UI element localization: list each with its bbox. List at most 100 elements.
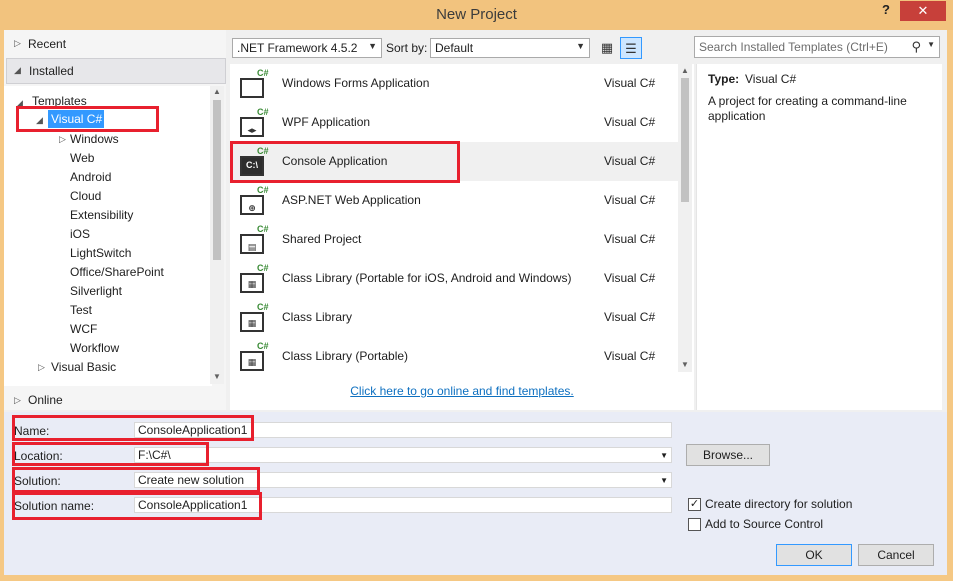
chevron-down-icon[interactable]: ▼ [660, 474, 668, 488]
tree-item-visual-basic[interactable]: Visual Basic [51, 360, 116, 374]
title-bar[interactable]: New Project ? ✕ [0, 0, 953, 30]
tree-item-wcf[interactable]: WCF [70, 322, 97, 336]
scroll-down-arrow-icon[interactable]: ▼ [210, 372, 224, 381]
tree-item-extensibility[interactable]: Extensibility [70, 208, 133, 222]
template-name: Shared Project [282, 232, 362, 246]
template-language: Visual C# [604, 271, 656, 285]
template-item[interactable]: C# ▦ Class Library Visual C# [230, 298, 678, 337]
template-item[interactable]: C# ▦ Class Library (Portable for iOS, And… [230, 259, 678, 298]
template-name: Console Application [282, 154, 388, 168]
chevron-down-icon[interactable]: ▼ [660, 449, 668, 463]
windows-forms-icon: C# [240, 68, 269, 98]
solution-value: Create new solution [138, 473, 245, 487]
tree-item-templates[interactable]: Templates [32, 94, 87, 108]
sort-dropdown[interactable]: Default ▼ [430, 38, 590, 58]
tree-item-test[interactable]: Test [70, 303, 92, 317]
cancel-button[interactable]: Cancel [858, 544, 934, 566]
web-icon: C# ⊕ [240, 185, 269, 215]
sort-label: Sort by: [386, 41, 428, 55]
template-name: ASP.NET Web Application [282, 193, 421, 207]
close-button[interactable]: ✕ [900, 1, 946, 21]
template-description-panel: Type: Visual C# A project for creating a… [696, 64, 942, 410]
grid-view-icon: ▦ [600, 40, 614, 55]
nav-recent[interactable]: ▷ Recent [4, 34, 226, 54]
template-scroll-thumb[interactable] [681, 78, 689, 202]
collapse-arrow-icon: ◢ [36, 115, 43, 125]
left-nav-panel: ▷ Recent ◢ Installed ◢ Templates ◢ Visua… [4, 30, 226, 410]
template-tree[interactable]: ◢ Templates ◢ Visual C# ▷ Windows Web An… [4, 86, 212, 386]
framework-value: .NET Framework 4.5.2 [237, 41, 358, 55]
expand-arrow-icon: ▷ [14, 38, 21, 48]
create-directory-checkbox[interactable]: ✓ [688, 498, 701, 511]
tree-scroll-thumb[interactable] [213, 100, 221, 260]
tree-item-workflow[interactable]: Workflow [70, 341, 119, 355]
window-title: New Project [436, 6, 517, 23]
scroll-up-arrow-icon[interactable]: ▲ [678, 66, 692, 75]
tree-item-ios[interactable]: iOS [70, 227, 90, 241]
class-library-icon: C# ▦ [240, 341, 269, 371]
template-item[interactable]: C# ▦ Class Library (Portable) Visual C# [230, 337, 678, 376]
search-input[interactable]: Search Installed Templates (Ctrl+E) ⚲ ▼ [694, 36, 940, 58]
source-control-checkbox[interactable] [688, 518, 701, 531]
name-value: ConsoleApplication1 [138, 423, 248, 437]
browse-button[interactable]: Browse... [686, 444, 770, 466]
create-directory-label: Create directory for solution [705, 497, 853, 511]
name-field[interactable]: ConsoleApplication1 [134, 422, 672, 438]
template-language: Visual C# [604, 232, 656, 246]
console-icon: C# C:\ [240, 146, 269, 176]
solution-name-label: Solution name: [14, 499, 95, 513]
scroll-up-arrow-icon[interactable]: ▲ [210, 87, 224, 96]
template-item[interactable]: C# ⊕ ASP.NET Web Application Visual C# [230, 181, 678, 220]
template-item[interactable]: C# ▤ Shared Project Visual C# [230, 220, 678, 259]
tree-item-silverlight[interactable]: Silverlight [70, 284, 122, 298]
tree-item-cloud[interactable]: Cloud [70, 189, 101, 203]
location-field[interactable]: F:\C#\ ▼ [134, 447, 672, 463]
location-label: Location: [14, 449, 63, 463]
chevron-down-icon: ▼ [368, 41, 377, 51]
tree-item-windows[interactable]: Windows [70, 132, 119, 146]
template-item[interactable]: C# ◂▸ WPF Application Visual C# [230, 103, 678, 142]
name-label: Name: [14, 424, 50, 438]
nav-installed[interactable]: ◢ Installed [6, 58, 226, 84]
chevron-down-icon[interactable]: ▼ [927, 40, 935, 49]
tree-scrollbar[interactable]: ▲ ▼ [210, 86, 224, 384]
online-templates-link[interactable]: Click here to go online and find templat… [230, 384, 694, 398]
scroll-down-arrow-icon[interactable]: ▼ [678, 360, 692, 369]
description-type-value: Visual C# [745, 72, 797, 86]
template-language: Visual C# [604, 115, 656, 129]
framework-dropdown[interactable]: .NET Framework 4.5.2 ▼ [232, 38, 382, 58]
template-language: Visual C# [604, 349, 656, 363]
tree-item-android[interactable]: Android [70, 170, 111, 184]
template-name: Class Library (Portable) [282, 349, 409, 363]
expand-arrow-icon: ▷ [38, 362, 45, 372]
list-view-button[interactable]: ☰ [620, 37, 642, 59]
location-value: F:\C#\ [138, 448, 171, 462]
list-view-icon: ☰ [625, 41, 637, 56]
tree-item-office-sharepoint[interactable]: Office/SharePoint [70, 265, 164, 279]
solution-name-value: ConsoleApplication1 [138, 498, 248, 512]
small-icons-view-button[interactable]: ▦ [596, 37, 618, 59]
search-placeholder: Search Installed Templates (Ctrl+E) [699, 40, 888, 54]
solution-name-field[interactable]: ConsoleApplication1 [134, 497, 672, 513]
template-list-scrollbar[interactable]: ▲ ▼ [678, 64, 692, 372]
search-icon[interactable]: ⚲ [911, 39, 921, 55]
template-item-selected[interactable]: C# C:\ Console Application Visual C# [230, 142, 678, 181]
chevron-down-icon: ▼ [576, 41, 585, 51]
tree-item-web[interactable]: Web [70, 151, 94, 165]
template-name: Class Library [282, 310, 353, 324]
solution-label: Solution: [14, 474, 61, 488]
template-item[interactable]: C# Windows Forms Application Visual C# [230, 64, 678, 103]
tree-item-visual-csharp[interactable]: Visual C# [51, 112, 102, 126]
ok-button[interactable]: OK [776, 544, 852, 566]
nav-online[interactable]: ▷ Online [4, 388, 226, 410]
checkmark-icon: ✓ [689, 498, 700, 510]
template-language: Visual C# [604, 310, 656, 324]
expand-arrow-icon: ▷ [14, 395, 21, 405]
solution-dropdown[interactable]: Create new solution ▼ [134, 472, 672, 488]
tree-item-lightswitch[interactable]: LightSwitch [70, 246, 131, 260]
help-button[interactable]: ? [876, 2, 896, 20]
description-text: A project for creating a command-line ap… [708, 94, 907, 123]
template-list[interactable]: C# Windows Forms Application Visual C# C… [230, 64, 694, 410]
wpf-icon: C# ◂▸ [240, 107, 269, 137]
collapse-arrow-icon: ◢ [16, 98, 23, 108]
